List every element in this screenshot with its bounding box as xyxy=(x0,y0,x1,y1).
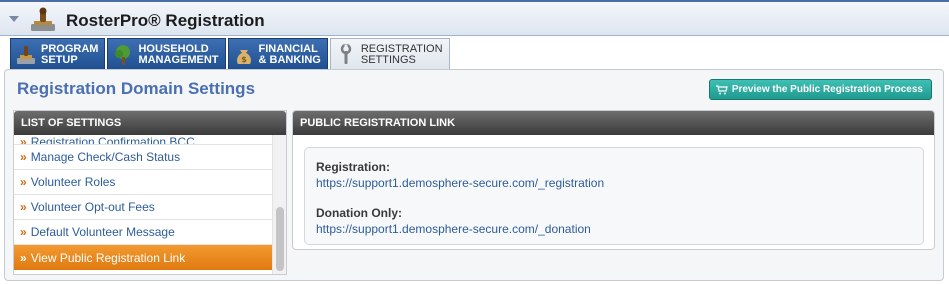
settings-item-volunteer-roles[interactable]: » Volunteer Roles xyxy=(14,170,274,195)
settings-item-label: Volunteer Roles xyxy=(30,175,116,189)
preview-registration-button[interactable]: Preview the Public Registration Process xyxy=(708,79,932,100)
stamp-logo-icon xyxy=(31,7,55,31)
money-bag-icon: $ xyxy=(236,49,251,64)
tab-label: HOUSEHOLD MANAGEMENT xyxy=(138,42,219,66)
main-tabs: PROGRAM SETUP HOUSEHOLD MANAGEMENT $ FIN… xyxy=(10,38,450,71)
settings-item-label: Default Volunteer Message xyxy=(30,225,175,239)
public-link-panel-header: PUBLIC REGISTRATION LINK xyxy=(293,111,934,135)
settings-panel-header: LIST OF SETTINGS xyxy=(14,111,286,135)
title-bar: RosterPro® Registration xyxy=(0,0,949,36)
settings-panel: LIST OF SETTINGS » Registration Confirmat… xyxy=(13,110,287,275)
bullet-icon: » xyxy=(20,150,27,164)
stamp-icon xyxy=(17,45,35,64)
tab-label: FINANCIAL & BANKING xyxy=(258,42,321,66)
tab-household-management[interactable]: HOUSEHOLD MANAGEMENT xyxy=(107,38,226,70)
settings-item-volunteer-opt-out-fees[interactable]: » Volunteer Opt-out Fees xyxy=(14,195,274,220)
tree-icon xyxy=(115,44,131,65)
bullet-icon: » xyxy=(20,135,27,145)
settings-list: » Registration Confirmation BCC » Manage C… xyxy=(14,135,274,274)
settings-scroll-thumb[interactable] xyxy=(276,207,284,271)
public-link-box: Registration: https://support1.demospher… xyxy=(304,147,924,245)
bullet-icon: » xyxy=(20,250,27,265)
settings-item-manage-check-cash-status[interactable]: » Manage Check/Cash Status xyxy=(14,145,274,170)
settings-item-label: Volunteer Opt-out Fees xyxy=(30,200,155,214)
bullet-icon: » xyxy=(20,175,27,189)
tab-program-setup[interactable]: PROGRAM SETUP xyxy=(10,38,106,70)
bullet-icon: » xyxy=(20,200,27,214)
settings-item-label: Manage Check/Cash Status xyxy=(30,150,181,164)
settings-item-registration-confirmation-bcc[interactable]: » Registration Confirmation BCC xyxy=(14,135,274,145)
tab-label: PROGRAM SETUP xyxy=(41,42,99,66)
registration-label: Registration: xyxy=(316,160,391,174)
donation-url-link[interactable]: https://support1.demosphere-secure.com/_… xyxy=(316,222,591,236)
preview-button-label: Preview the Public Registration Process xyxy=(731,84,923,95)
bullet-icon: » xyxy=(20,225,27,239)
donation-label: Donation Only: xyxy=(316,206,402,220)
app-title: RosterPro® Registration xyxy=(66,11,265,30)
page-title: Registration Domain Settings xyxy=(17,79,256,98)
main-content: Registration Domain Settings Preview the… xyxy=(4,69,944,281)
tab-registration-settings[interactable]: REGISTRATION SETTINGS xyxy=(329,38,450,71)
settings-item-default-volunteer-message[interactable]: » Default Volunteer Message xyxy=(14,220,274,245)
cart-icon xyxy=(715,84,728,94)
registration-url-link[interactable]: https://support1.demosphere-secure.com/_… xyxy=(316,176,604,190)
settings-item-label: View Public Registration Link xyxy=(30,250,186,265)
tab-label: REGISTRATION SETTINGS xyxy=(360,43,443,66)
settings-item-view-public-registration-link[interactable]: » View Public Registration Link xyxy=(14,245,274,270)
collapse-arrow-icon[interactable] xyxy=(9,16,19,22)
svg-text:$: $ xyxy=(241,55,247,64)
tab-financial-banking[interactable]: $ FINANCIAL & BANKING xyxy=(227,38,328,70)
public-link-panel: PUBLIC REGISTRATION LINK Registration: h… xyxy=(292,110,935,250)
wrench-icon xyxy=(340,44,352,64)
settings-scrollbar[interactable] xyxy=(272,135,286,274)
